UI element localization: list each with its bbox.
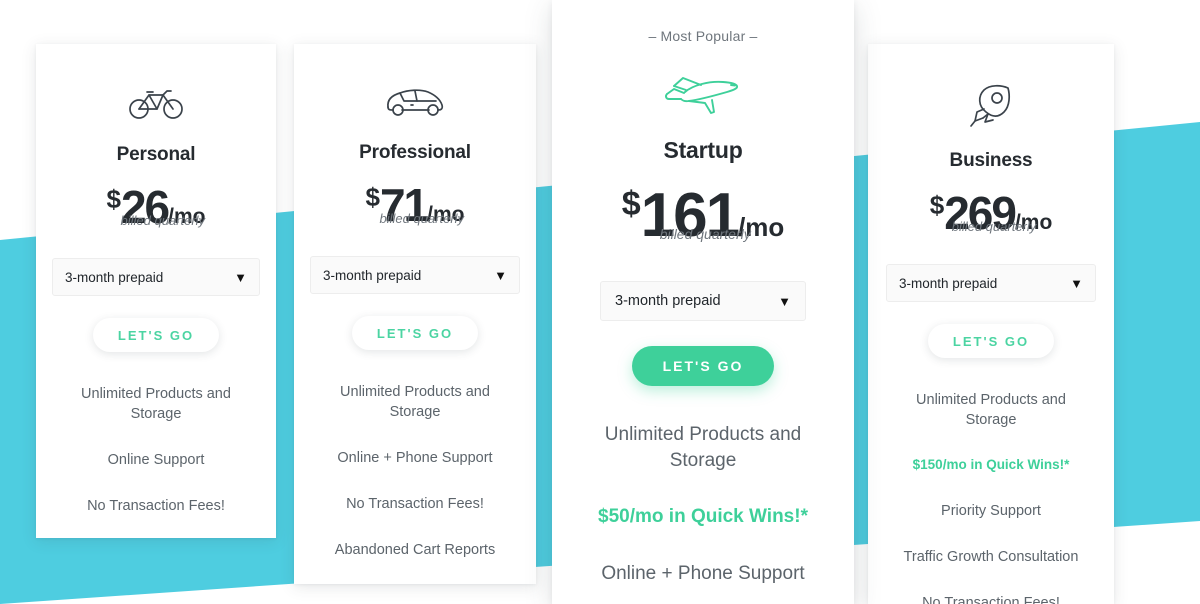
most-popular-badge: – Most Popular –: [648, 28, 758, 44]
chevron-down-icon: ▼: [778, 293, 791, 309]
billing-period-select[interactable]: 3-month prepaid ▼: [52, 258, 260, 296]
billing-period-value: 3-month prepaid: [323, 267, 422, 283]
pricing-card-professional[interactable]: Professional $71/mo billed quarterly 3-m…: [294, 44, 536, 584]
price: $26/mo billed quarterly: [107, 180, 206, 234]
list-item: Unlimited Products and Storage: [604, 424, 802, 472]
chevron-down-icon: ▼: [1070, 275, 1083, 291]
list-item: Online + Phone Support: [601, 562, 805, 584]
lets-go-button[interactable]: LET'S GO: [928, 324, 1054, 358]
car-icon: [294, 84, 536, 120]
list-item: No Transaction Fees!: [922, 594, 1060, 604]
bicycle-icon: [36, 82, 276, 122]
plan-title: Professional: [359, 142, 471, 163]
feature-list: Unlimited Products and Storage Online Su…: [36, 384, 276, 516]
list-item: Unlimited Products and Storage: [81, 386, 231, 422]
price-currency: $: [106, 184, 121, 214]
billing-period-select[interactable]: 3-month prepaid ▼: [310, 256, 520, 294]
billing-period-select[interactable]: 3-month prepaid ▼: [886, 264, 1096, 302]
list-item: Traffic Growth Consultation: [903, 548, 1079, 565]
chevron-down-icon: ▼: [234, 269, 247, 285]
list-item: Unlimited Products and Storage: [916, 392, 1066, 428]
feature-list: Unlimited Products and Storage $50/mo in…: [552, 422, 854, 587]
price-currency: $: [929, 190, 945, 220]
plan-title: Business: [949, 150, 1033, 171]
chevron-down-icon: ▼: [494, 267, 507, 283]
list-item: Online Support: [107, 452, 205, 468]
pricing-card-business[interactable]: Business $269/mo billed quarterly 3-mont…: [868, 44, 1114, 604]
billing-note: billed quarterly: [120, 213, 206, 228]
pricing-card-personal[interactable]: Personal $26/mo billed quarterly 3-month…: [36, 44, 276, 538]
lets-go-button[interactable]: LET'S GO: [352, 316, 478, 350]
pricing-page: Personal $26/mo billed quarterly 3-month…: [0, 0, 1200, 604]
price: $161/mo billed quarterly: [622, 180, 785, 251]
price: $71/mo billed quarterly: [366, 178, 465, 232]
billing-period-value: 3-month prepaid: [615, 293, 721, 309]
billing-note: billed quarterly: [951, 219, 1037, 234]
billing-period-value: 3-month prepaid: [899, 275, 998, 291]
list-item: Online + Phone Support: [337, 450, 493, 466]
feature-list: Unlimited Products and Storage $150/mo i…: [868, 390, 1114, 604]
rocket-icon: [868, 84, 1114, 128]
list-item: No Transaction Fees!: [87, 498, 225, 514]
billing-note: billed quarterly: [659, 226, 751, 242]
list-item: Abandoned Cart Reports: [334, 542, 496, 558]
price: $269/mo billed quarterly: [930, 186, 1053, 240]
list-item: $150/mo in Quick Wins!*: [912, 457, 1070, 472]
airplane-icon: [552, 69, 854, 115]
list-item: Priority Support: [941, 502, 1041, 519]
list-item: No Transaction Fees!: [346, 496, 484, 512]
list-item: Unlimited Products and Storage: [340, 384, 490, 420]
price-currency: $: [621, 185, 641, 223]
billing-note: billed quarterly: [379, 211, 465, 226]
price-currency: $: [365, 182, 380, 212]
billing-period-select[interactable]: 3-month prepaid ▼: [600, 281, 806, 321]
plan-title: Startup: [663, 137, 743, 163]
lets-go-button[interactable]: LET'S GO: [632, 346, 774, 386]
billing-period-value: 3-month prepaid: [65, 269, 164, 285]
lets-go-button[interactable]: LET'S GO: [93, 318, 219, 352]
pricing-card-startup[interactable]: – Most Popular – Startup $161/mo billed …: [552, 0, 854, 604]
feature-list: Unlimited Products and Storage Online + …: [294, 382, 536, 560]
list-item: $50/mo in Quick Wins!*: [598, 506, 808, 528]
plan-title: Personal: [116, 144, 196, 165]
